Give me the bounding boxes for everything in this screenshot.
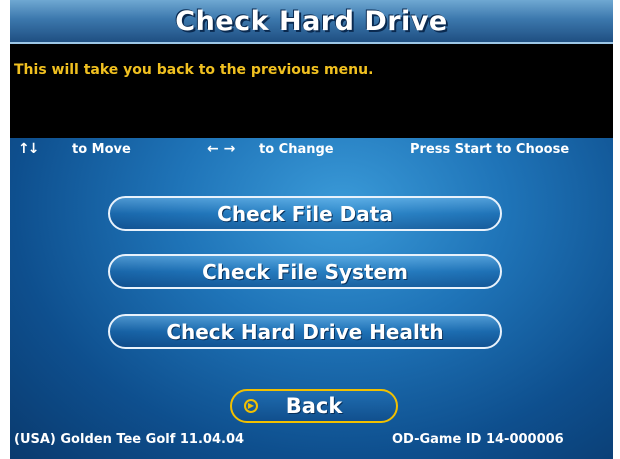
start-hint: Press Start to Choose (410, 142, 570, 157)
controls-hint-bar: ↑↓ to Move ← → to Change Press Start to … (10, 140, 613, 162)
version-info: (USA) Golden Tee Golf 11.04.04 (14, 432, 245, 447)
check-file-data-label: Check File Data (217, 201, 393, 226)
check-file-data-button[interactable]: Check File Data (108, 196, 502, 231)
help-message: This will take you back to the previous … (14, 62, 374, 78)
check-hard-drive-health-button[interactable]: Check Hard Drive Health (108, 314, 502, 349)
check-file-system-label: Check File System (202, 259, 408, 284)
check-hard-drive-health-label: Check Hard Drive Health (166, 319, 444, 344)
check-file-system-button[interactable]: Check File System (108, 254, 502, 289)
left-right-arrows-icon: ← → (207, 141, 236, 157)
back-label: Back (285, 394, 343, 418)
screen: Check Hard Drive This will take you back… (10, 0, 613, 459)
title-bar: Check Hard Drive (10, 0, 613, 44)
up-down-arrows-icon: ↑↓ (18, 141, 40, 157)
game-id: OD-Game ID 14-000006 (392, 432, 564, 447)
move-hint: to Move (72, 142, 131, 157)
change-hint: to Change (259, 142, 334, 157)
back-button[interactable]: ▶ Back (230, 389, 398, 423)
page-title: Check Hard Drive (175, 5, 448, 37)
message-panel: This will take you back to the previous … (10, 44, 613, 138)
